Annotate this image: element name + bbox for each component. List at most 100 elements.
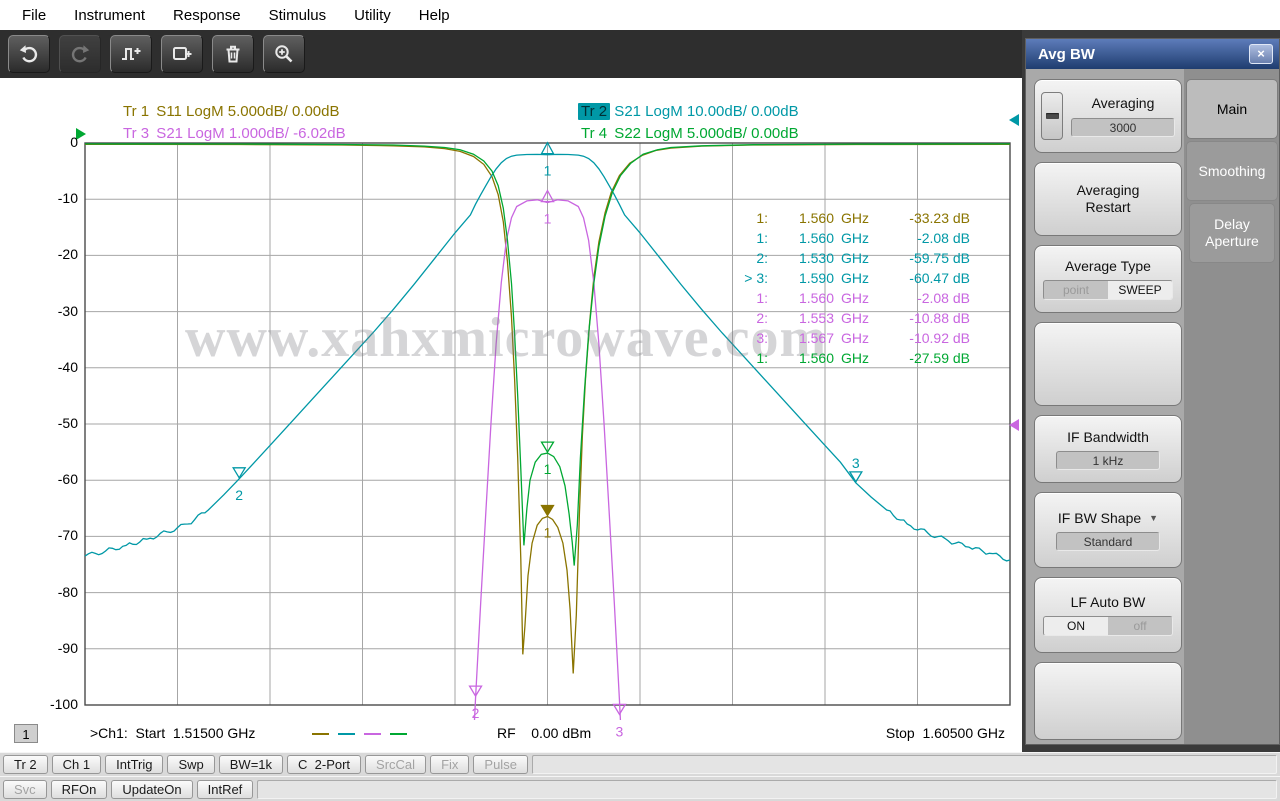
channel-footer: 1 >Ch1: Start 1.51500 GHz RF 0.00 dBm St… (0, 722, 1022, 748)
rf-power-label[interactable]: RF 0.00 dBm (497, 725, 591, 741)
menu-help[interactable]: Help (405, 7, 464, 24)
averaging-restart-button[interactable]: Averaging Restart (1034, 162, 1182, 236)
readout-cell: 1.567 (768, 330, 834, 346)
chevron-down-icon: ▼ (1149, 513, 1158, 523)
averaging-value: 3000 (1071, 118, 1175, 137)
if-bw-shape-value: Standard (1056, 532, 1160, 551)
menu-utility[interactable]: Utility (340, 7, 405, 24)
readout-cell: GHz (834, 230, 878, 246)
tab-main[interactable]: Main (1186, 79, 1278, 139)
y-tick--70: -70 (3, 527, 78, 543)
capture-button[interactable] (161, 35, 203, 73)
lf-auto-bw-label: LF Auto BW (1071, 594, 1146, 611)
menu-instrument[interactable]: Instrument (60, 7, 159, 24)
zoom-in-button[interactable] (263, 35, 305, 73)
averaging-toggle[interactable] (1041, 92, 1063, 140)
zoom-in-icon (273, 43, 295, 65)
readout-row: 1:1.560GHz-33.23 dB (728, 208, 1010, 228)
y-tick--20: -20 (3, 246, 78, 262)
stop-frequency-label[interactable]: Stop 1.60500 GHz (886, 725, 1005, 741)
average-type-point[interactable]: point (1044, 281, 1108, 299)
y-tick--50: -50 (3, 415, 78, 431)
readout-cell: 1: (728, 290, 768, 306)
legend-dash (390, 733, 407, 735)
tab-smoothing[interactable]: Smoothing (1186, 141, 1278, 201)
delete-button[interactable] (212, 35, 254, 73)
readout-cell: GHz (834, 290, 878, 306)
lf-auto-bw-switch[interactable]: ON off (1043, 616, 1173, 636)
status-ch-1[interactable]: Ch 1 (52, 755, 101, 774)
waveform-plus-icon (120, 43, 142, 65)
svg-text:1: 1 (544, 525, 552, 541)
averaging-button[interactable]: Averaging 3000 (1034, 79, 1182, 153)
status-updateon[interactable]: UpdateOn (111, 780, 192, 799)
status-c-2-port[interactable]: C 2-Port (287, 755, 361, 774)
status-fix[interactable]: Fix (430, 755, 469, 774)
readout-cell: -10.88 dB (878, 310, 970, 326)
readout-row: 2:1.553GHz-10.88 dB (728, 308, 1010, 328)
capture-icon (171, 43, 193, 65)
add-waveform-button[interactable] (110, 35, 152, 73)
redo-button[interactable] (59, 35, 101, 73)
empty-button-1 (1034, 322, 1182, 406)
empty-button-2 (1034, 662, 1182, 740)
plot-canvas[interactable]: 12312311 (0, 78, 1022, 752)
y-tick--40: -40 (3, 359, 78, 375)
status-bar-2: SvcRFOnUpdateOn IntRef (0, 776, 1280, 801)
readout-cell: 1.560 (768, 230, 834, 246)
y-tick--100: -100 (3, 696, 78, 712)
averaging-restart-label: Averaging Restart (1060, 182, 1156, 216)
status-swp[interactable]: Swp (167, 755, 214, 774)
undo-button[interactable] (8, 35, 50, 73)
lf-auto-bw-on[interactable]: ON (1044, 617, 1108, 635)
status-pulse[interactable]: Pulse (473, 755, 528, 774)
channel-number-box[interactable]: 1 (14, 724, 38, 743)
readout-cell: GHz (834, 210, 878, 226)
close-icon[interactable]: × (1249, 44, 1273, 64)
start-frequency-label[interactable]: >Ch1: Start 1.51500 GHz (90, 725, 255, 741)
average-type-switch[interactable]: point SWEEP (1043, 280, 1173, 300)
if-bandwidth-value: 1 kHz (1056, 451, 1160, 470)
readout-cell: -2.08 dB (878, 290, 970, 306)
readout-cell: > 3: (728, 270, 768, 286)
readout-cell: 1: (728, 210, 768, 226)
status-rfon[interactable]: RFOn (51, 780, 108, 799)
readout-cell: -10.92 dB (878, 330, 970, 346)
status-intref[interactable]: IntRef (197, 780, 254, 799)
if-bw-shape-button[interactable]: IF BW Shape ▼ Standard (1034, 492, 1182, 568)
menu-bar: FileInstrumentResponseStimulusUtilityHel… (0, 0, 1280, 30)
lf-auto-bw-button[interactable]: LF Auto BW ON off (1034, 577, 1182, 653)
status-inttrig[interactable]: IntTrig (105, 755, 163, 774)
readout-cell: GHz (834, 350, 878, 366)
readout-cell: 1.590 (768, 270, 834, 286)
status-svc[interactable]: Svc (3, 780, 47, 799)
readout-cell: 3: (728, 330, 768, 346)
menu-file[interactable]: File (8, 7, 60, 24)
readout-cell: 1: (728, 230, 768, 246)
panel-title-bar: Avg BW × (1026, 39, 1279, 69)
tab-delay-aperture[interactable]: Delay Aperture (1189, 203, 1275, 263)
status-filler (532, 755, 1277, 774)
redo-icon (69, 43, 91, 65)
average-type-sweep[interactable]: SWEEP (1108, 281, 1172, 299)
lf-auto-bw-off[interactable]: off (1108, 617, 1172, 635)
if-bandwidth-label: IF Bandwidth (1067, 429, 1149, 446)
readout-cell: -59.75 dB (878, 250, 970, 266)
status-srccal[interactable]: SrcCal (365, 755, 426, 774)
readout-row: > 3:1.590GHz-60.47 dB (728, 268, 1010, 288)
menu-response[interactable]: Response (159, 7, 255, 24)
status-bar-1: Tr 2Ch 1IntTrigSwp BW=1kC 2-PortSrcCalFix… (0, 752, 1280, 776)
readout-cell: 1: (728, 350, 768, 366)
status-bw=1k[interactable]: BW=1k (219, 755, 283, 774)
readout-row: 3:1.567GHz-10.92 dB (728, 328, 1010, 348)
y-tick--90: -90 (3, 640, 78, 656)
panel-tabs: Main Smoothing Delay Aperture (1184, 69, 1279, 744)
menu-stimulus[interactable]: Stimulus (255, 7, 341, 24)
if-bandwidth-button[interactable]: IF Bandwidth 1 kHz (1034, 415, 1182, 483)
readout-cell: 1.553 (768, 310, 834, 326)
status-tr-2[interactable]: Tr 2 (3, 755, 48, 774)
readout-cell: 1.530 (768, 250, 834, 266)
plot-area: Tr 1 S11 LogM 5.000dB/ 0.00dB Tr 2 S21 L… (0, 78, 1022, 752)
average-type-button[interactable]: Average Type point SWEEP (1034, 245, 1182, 313)
readout-cell: GHz (834, 310, 878, 326)
